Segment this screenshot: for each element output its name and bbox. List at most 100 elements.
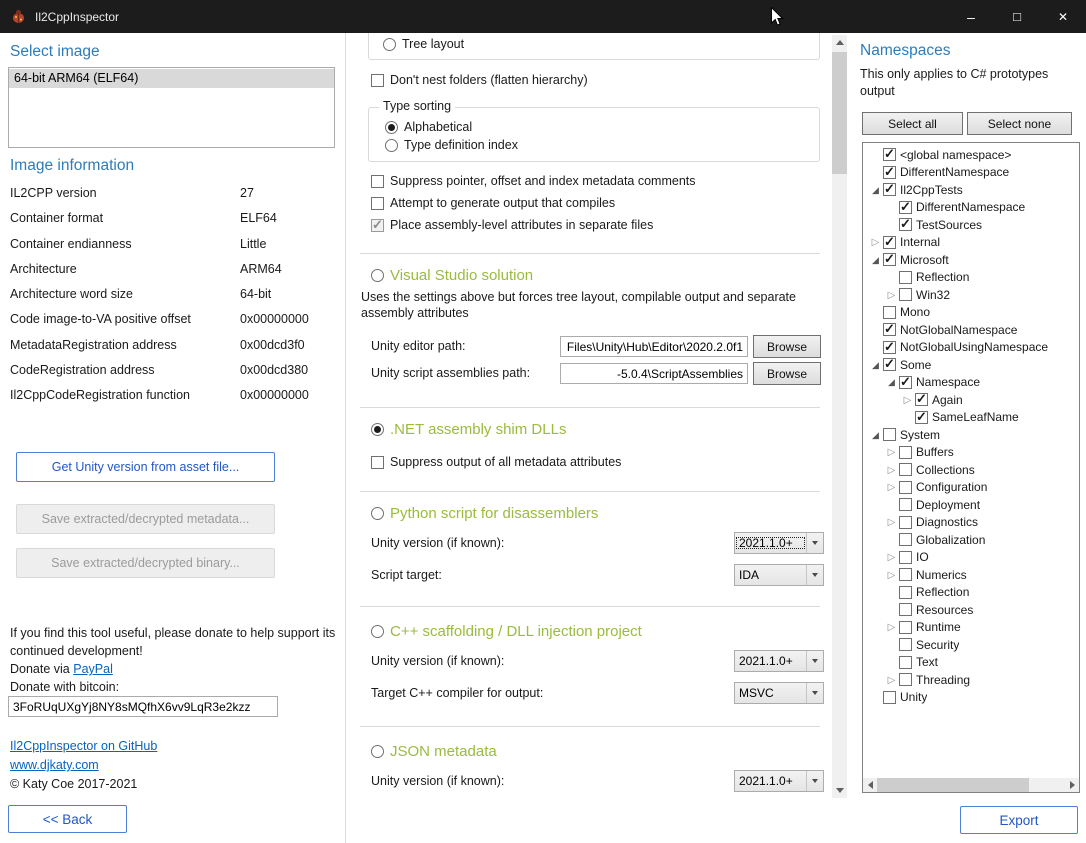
expand-icon[interactable] bbox=[885, 550, 898, 564]
type-definition-index-radio[interactable]: Type definition index bbox=[385, 137, 518, 153]
namespace-checkbox[interactable] bbox=[899, 218, 912, 231]
namespace-checkbox[interactable] bbox=[899, 603, 912, 616]
expand-icon[interactable] bbox=[901, 393, 914, 407]
close-button[interactable]: ✕ bbox=[1040, 0, 1086, 33]
namespace-checkbox[interactable] bbox=[883, 323, 896, 336]
alphabetical-radio[interactable]: Alphabetical bbox=[385, 119, 472, 135]
radio-icon[interactable] bbox=[371, 745, 384, 758]
python-script-radio[interactable]: Python script for disassemblers bbox=[371, 503, 598, 523]
paypal-link[interactable]: PayPal bbox=[73, 662, 113, 676]
tree-item-system[interactable]: System bbox=[863, 426, 1079, 444]
minimize-button[interactable]: – bbox=[948, 0, 994, 33]
checkbox-icon[interactable] bbox=[371, 219, 384, 232]
tree-item-io[interactable]: IO bbox=[863, 549, 1079, 567]
dropdown-arrow-icon[interactable] bbox=[806, 565, 823, 585]
select-all-button[interactable]: Select all bbox=[862, 112, 963, 135]
namespace-checkbox[interactable] bbox=[915, 393, 928, 406]
tree-item-threading[interactable]: Threading bbox=[863, 671, 1079, 689]
expand-icon[interactable] bbox=[885, 515, 898, 529]
cpp-compiler-combo[interactable]: MSVC bbox=[734, 682, 824, 704]
script-target-combo[interactable]: IDA bbox=[734, 564, 824, 586]
namespace-checkbox[interactable] bbox=[899, 621, 912, 634]
tree-item-notglobalnamespace[interactable]: NotGlobalNamespace bbox=[863, 321, 1079, 339]
separate-attribute-files-checkbox[interactable]: Place assembly-level attributes in separ… bbox=[371, 217, 653, 233]
dropdown-arrow-icon[interactable] bbox=[806, 651, 823, 671]
expand-icon[interactable] bbox=[869, 235, 882, 249]
namespace-checkbox[interactable] bbox=[899, 201, 912, 214]
image-list-item[interactable]: 64-bit ARM64 (ELF64) bbox=[9, 69, 334, 88]
cpp-unity-version-combo[interactable]: 2021.1.0+ bbox=[734, 650, 824, 672]
namespace-checkbox[interactable] bbox=[899, 551, 912, 564]
tree-layout-radio[interactable]: Tree layout bbox=[383, 36, 464, 52]
tree-item-some[interactable]: Some bbox=[863, 356, 1079, 374]
namespace-checkbox[interactable] bbox=[899, 568, 912, 581]
browse-script-assemblies-button[interactable]: Browse bbox=[753, 362, 821, 385]
namespace-checkbox[interactable] bbox=[899, 376, 912, 389]
tree-horizontal-scrollbar[interactable] bbox=[863, 778, 1079, 792]
namespace-checkbox[interactable] bbox=[899, 673, 912, 686]
collapse-icon[interactable] bbox=[869, 183, 882, 197]
tree-item-deployment[interactable]: Deployment bbox=[863, 496, 1079, 514]
scrollbar-thumb[interactable] bbox=[877, 778, 1029, 792]
maximize-button[interactable]: □ bbox=[994, 0, 1040, 33]
radio-icon[interactable] bbox=[371, 269, 384, 282]
tree-item-reflection[interactable]: Reflection bbox=[863, 584, 1079, 602]
back-button[interactable]: << Back bbox=[8, 805, 127, 833]
radio-icon[interactable] bbox=[371, 625, 384, 638]
tree-item-resources[interactable]: Resources bbox=[863, 601, 1079, 619]
cpp-scaffolding-radio[interactable]: C++ scaffolding / DLL injection project bbox=[371, 621, 642, 641]
namespace-checkbox[interactable] bbox=[899, 586, 912, 599]
tree-item-collections[interactable]: Collections bbox=[863, 461, 1079, 479]
tree-item-namespace[interactable]: Namespace bbox=[863, 374, 1079, 392]
suppress-metadata-comments-checkbox[interactable]: Suppress pointer, offset and index metad… bbox=[371, 173, 696, 189]
radio-icon[interactable] bbox=[385, 139, 398, 152]
tree-item-unity[interactable]: Unity bbox=[863, 689, 1079, 707]
checkbox-icon[interactable] bbox=[371, 456, 384, 469]
tree-item-global-namespace[interactable]: <global namespace> bbox=[863, 146, 1079, 164]
namespace-checkbox[interactable] bbox=[883, 428, 896, 441]
namespace-checkbox[interactable] bbox=[899, 516, 912, 529]
tree-item-differentnamespace[interactable]: DifferentNamespace bbox=[863, 199, 1079, 217]
tree-item-testsources[interactable]: TestSources bbox=[863, 216, 1079, 234]
checkbox-icon[interactable] bbox=[371, 74, 384, 87]
tree-item-differentnamespace[interactable]: DifferentNamespace bbox=[863, 164, 1079, 182]
tree-item-runtime[interactable]: Runtime bbox=[863, 619, 1079, 637]
tree-item-internal[interactable]: Internal bbox=[863, 234, 1079, 252]
github-link[interactable]: Il2CppInspector on GitHub bbox=[10, 739, 157, 753]
namespace-checkbox[interactable] bbox=[899, 463, 912, 476]
radio-icon[interactable] bbox=[371, 507, 384, 520]
collapse-icon[interactable] bbox=[869, 253, 882, 267]
tree-item-diagnostics[interactable]: Diagnostics bbox=[863, 514, 1079, 532]
center-scrollbar[interactable] bbox=[832, 35, 847, 798]
scroll-right-icon[interactable] bbox=[1065, 778, 1079, 792]
namespace-checkbox[interactable] bbox=[899, 288, 912, 301]
expand-icon[interactable] bbox=[885, 463, 898, 477]
namespace-checkbox[interactable] bbox=[915, 411, 928, 424]
dropdown-arrow-icon[interactable] bbox=[806, 533, 823, 553]
visual-studio-solution-radio[interactable]: Visual Studio solution bbox=[371, 265, 533, 285]
namespace-checkbox[interactable] bbox=[899, 498, 912, 511]
namespace-checkbox[interactable] bbox=[883, 166, 896, 179]
namespace-checkbox[interactable] bbox=[883, 253, 896, 266]
checkbox-icon[interactable] bbox=[371, 175, 384, 188]
dropdown-arrow-icon[interactable] bbox=[806, 683, 823, 703]
expand-icon[interactable] bbox=[885, 288, 898, 302]
namespace-checkbox[interactable] bbox=[899, 446, 912, 459]
expand-icon[interactable] bbox=[885, 445, 898, 459]
radio-icon[interactable] bbox=[371, 423, 384, 436]
tree-item-mono[interactable]: Mono bbox=[863, 304, 1079, 322]
python-unity-version-combo[interactable]: 2021.1.0+ bbox=[734, 532, 824, 554]
scroll-left-icon[interactable] bbox=[863, 778, 877, 792]
unity-script-assemblies-input[interactable]: -5.0.4\ScriptAssemblies bbox=[560, 363, 748, 384]
browse-editor-path-button[interactable]: Browse bbox=[753, 335, 821, 358]
tree-item-sameleafname[interactable]: SameLeafName bbox=[863, 409, 1079, 427]
tree-item-text[interactable]: Text bbox=[863, 654, 1079, 672]
radio-icon[interactable] bbox=[385, 121, 398, 134]
expand-icon[interactable] bbox=[885, 620, 898, 634]
json-metadata-radio[interactable]: JSON metadata bbox=[371, 741, 497, 761]
namespace-checkbox[interactable] bbox=[883, 358, 896, 371]
suppress-metadata-attributes-checkbox[interactable]: Suppress output of all metadata attribut… bbox=[371, 454, 621, 470]
namespace-checkbox[interactable] bbox=[899, 271, 912, 284]
tree-item-configuration[interactable]: Configuration bbox=[863, 479, 1079, 497]
namespace-checkbox[interactable] bbox=[899, 533, 912, 546]
